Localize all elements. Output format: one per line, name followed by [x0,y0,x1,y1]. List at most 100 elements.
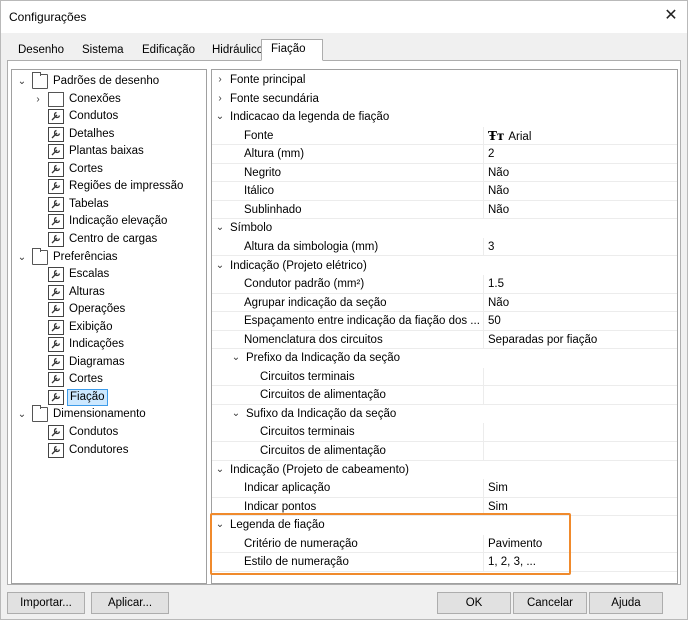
property-value-cell[interactable]: Não [483,200,677,219]
property-row[interactable]: Circuitos terminais [212,367,677,387]
property-row[interactable]: Condutor padrão (mm²) 1.5 [212,275,677,294]
tree-item[interactable]: Condutos [32,108,206,125]
tree-item[interactable]: ⌄ Dimensionamento [16,405,196,423]
category-row[interactable]: ⌄ Indicação (Projeto de cabeamento) [212,460,677,480]
property-row[interactable]: Circuitos terminais [212,423,677,442]
import-button[interactable]: Importar... [7,592,85,614]
tab-sistema[interactable]: Sistema [73,41,127,61]
property-label: Nomenclatura dos circuitos [244,333,383,346]
property-value-cell[interactable] [483,386,677,405]
chevron-down-icon[interactable]: ⌄ [16,73,28,90]
category-row[interactable]: › Fonte secundária [212,89,677,109]
tree-item[interactable]: Cortes [32,161,206,178]
property-row[interactable]: Fonte Ŧᴛ Arial [212,126,677,146]
property-value-cell[interactable]: 1, 2, 3, ... [483,553,677,572]
property-value-cell[interactable]: Separadas por fiação [483,330,677,349]
property-value-cell[interactable]: Ŧᴛ Arial [483,126,677,145]
tree-item[interactable]: Operações [32,301,206,318]
category-row[interactable]: ⌄ Legenda de fiação [212,516,677,535]
tree-item[interactable]: › Conexões [32,91,206,108]
wrench-icon [48,126,64,142]
chevron-down-icon[interactable]: ⌄ [230,405,242,423]
chevron-down-icon[interactable]: ⌄ [16,249,28,266]
close-icon[interactable]: ✕ [661,6,681,26]
chevron-down-icon[interactable]: ⌄ [214,516,226,534]
tree-item-label: Operações [69,303,126,316]
tree-item[interactable]: Detalhes [32,126,206,143]
tree-item-label: Alturas [69,285,105,298]
tree-item[interactable]: Indicação elevação [32,213,206,230]
category-row[interactable]: ⌄ Indicacao da legenda de fiação [212,108,677,127]
property-row[interactable]: Circuitos de alimentação [212,386,677,405]
ok-button[interactable]: OK [437,592,511,614]
chevron-down-icon[interactable]: ⌄ [230,349,242,367]
property-value-cell[interactable]: Sim [483,479,677,498]
tree-item[interactable]: Condutos [32,424,206,441]
help-button[interactable]: Ajuda [589,592,663,614]
tree-item[interactable]: Diagramas [32,354,206,371]
property-row[interactable]: Estilo de numeração 1, 2, 3, ... [212,553,677,572]
property-value-cell[interactable] [483,423,677,442]
category-row[interactable]: ⌄ Indicação (Projeto elétrico) [212,256,677,275]
property-value-cell[interactable]: Não [483,182,677,201]
tree-item[interactable]: Alturas [32,284,206,301]
category-row[interactable]: ⌄ Símbolo [212,219,677,238]
tree-item[interactable]: ⌄ Padrões de desenho [16,72,196,90]
chevron-down-icon[interactable]: ⌄ [214,219,226,237]
property-value-cell[interactable]: Sim [483,497,677,516]
tab-fiação[interactable]: Fiação [261,39,323,61]
property-row[interactable]: Espaçamento entre indicação da fiação do… [212,312,677,331]
property-row[interactable]: Itálico Não [212,182,677,201]
property-value: Pavimento [488,537,543,550]
property-grid[interactable]: › Fonte principal › Fonte secundária ⌄ Indica… [211,69,678,584]
chevron-right-icon[interactable]: › [214,90,226,108]
chevron-down-icon[interactable]: ⌄ [214,257,226,275]
category-row[interactable]: › Fonte principal [212,71,677,90]
chevron-down-icon[interactable]: ⌄ [16,406,28,423]
property-value-cell[interactable]: 2 [483,145,677,164]
category-row[interactable]: ⌄ Prefixo da Indicação da seção [212,349,677,368]
chevron-right-icon[interactable]: › [214,71,226,89]
tree-item[interactable]: Fiação [32,388,206,406]
tree-item[interactable]: Exibição [32,319,206,336]
property-value-cell[interactable]: 50 [483,312,677,331]
cancel-button[interactable]: Cancelar [513,592,587,614]
property-row[interactable]: Sublinhado Não [212,200,677,220]
property-row[interactable]: Altura da simbologia (mm) 3 [212,237,677,257]
tab-desenho[interactable]: Desenho [9,41,65,61]
property-row[interactable]: Agrupar indicação da seção Não [212,293,677,313]
property-row[interactable]: Nomenclatura dos circuitos Separadas por … [212,330,677,350]
tab-edificação[interactable]: Edificação [133,41,197,61]
category-row[interactable]: ⌄ Sufixo da Indicação da seção [212,404,677,424]
tree-item[interactable]: ⌄ Preferências [16,247,196,266]
tree-item[interactable]: Plantas baixas [32,143,206,160]
property-value-cell[interactable]: Não [483,293,677,312]
chevron-right-icon[interactable]: › [32,91,44,108]
tree-item[interactable]: Cortes [32,371,206,388]
chevron-down-icon[interactable]: ⌄ [214,461,226,479]
property-value: Não [488,185,510,198]
settings-tree[interactable]: ⌄ Padrões de desenho › Conexões Condutos Deta… [11,69,207,584]
property-value-cell[interactable] [483,442,677,460]
tree-item[interactable]: Tabelas [32,196,206,213]
property-value-cell[interactable]: 3 [483,237,677,256]
property-row[interactable]: Altura (mm) 2 [212,145,677,164]
tab-hidráulico[interactable]: Hidráulico [203,41,263,61]
property-value-cell[interactable] [483,367,677,386]
property-row[interactable]: Negrito Não [212,163,677,183]
property-value-cell[interactable]: Pavimento [483,534,677,553]
property-value-cell[interactable]: 1.5 [483,275,677,294]
tree-item[interactable]: Centro de cargas [32,231,206,248]
chevron-down-icon[interactable]: ⌄ [214,108,226,126]
tree-item-label: Condutores [69,443,129,456]
property-row[interactable]: Indicar pontos Sim [212,497,677,517]
property-row[interactable]: Circuitos de alimentação [212,442,677,461]
property-row[interactable]: Indicar aplicação Sim [212,479,677,498]
tree-item[interactable]: Escalas [32,266,206,283]
property-row[interactable]: Critério de numeração Pavimento [212,534,677,554]
property-value-cell[interactable]: Não [483,163,677,182]
apply-button[interactable]: Aplicar... [91,592,169,614]
tree-item[interactable]: Regiões de impressão [32,178,206,195]
tree-item[interactable]: Condutores [32,442,206,459]
tree-item[interactable]: Indicações [32,336,206,353]
